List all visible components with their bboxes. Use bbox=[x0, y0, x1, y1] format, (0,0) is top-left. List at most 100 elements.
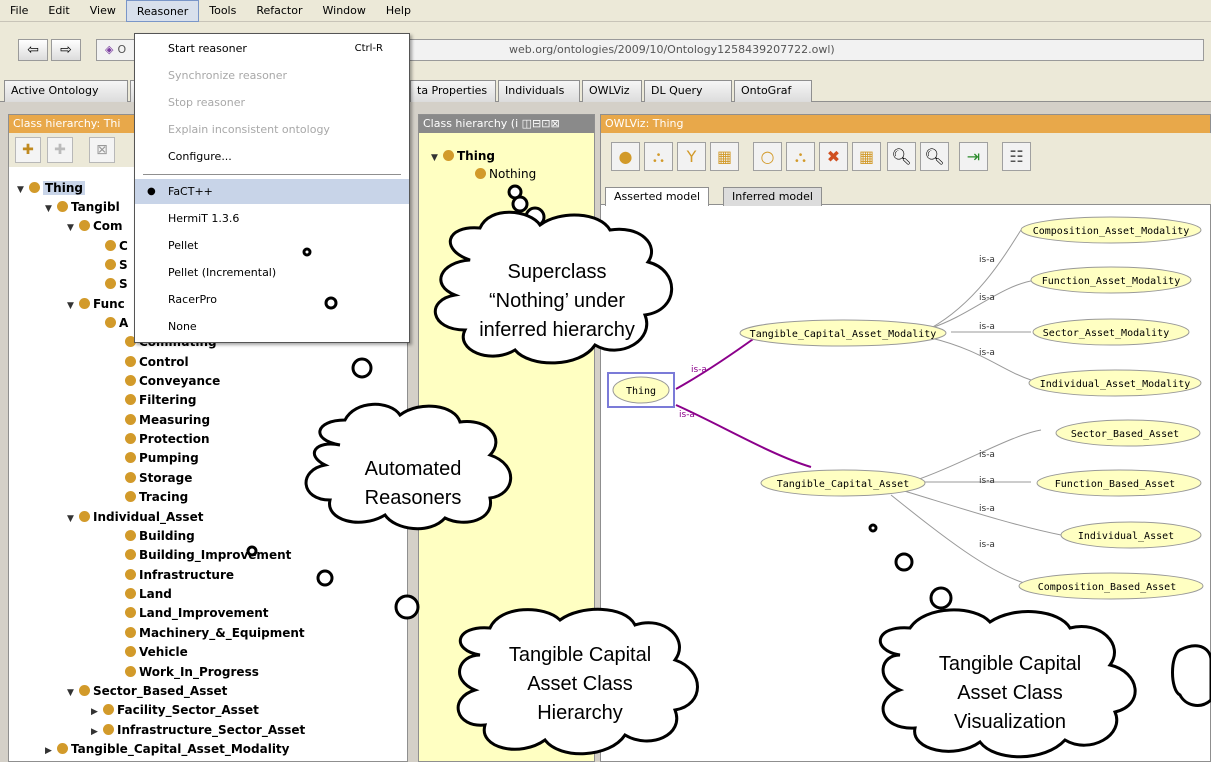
zoom-in-icon[interactable]: 🔍︎ bbox=[920, 142, 949, 171]
class-icon bbox=[125, 491, 136, 502]
class-icon bbox=[105, 317, 116, 328]
menu-reasoner[interactable]: Reasoner bbox=[125, 0, 200, 22]
edge-label: is-a bbox=[979, 348, 995, 358]
inferred-edge bbox=[675, 336, 757, 390]
tree-node[interactable]: Pumping bbox=[125, 449, 199, 468]
tree-node[interactable]: Vehicle bbox=[125, 643, 188, 662]
tree-node[interactable]: Tracing bbox=[125, 488, 188, 507]
delete-class-icon[interactable]: ⊠ bbox=[89, 137, 115, 163]
tree-node-nothing[interactable]: Nothing bbox=[475, 165, 536, 184]
options-icon[interactable]: ☷ bbox=[1002, 142, 1031, 171]
tree-node[interactable]: S bbox=[105, 275, 128, 294]
show-grid-icon[interactable]: ▦ bbox=[852, 142, 881, 171]
tab-active-ontology[interactable]: Active Ontology bbox=[4, 80, 128, 102]
menu-edit[interactable]: Edit bbox=[38, 0, 79, 22]
tree-node[interactable]: ▼ Com bbox=[67, 217, 123, 236]
menu-item-configure[interactable]: Configure... bbox=[135, 144, 409, 169]
menu-item-factpp[interactable]: ● FaCT++ bbox=[135, 179, 409, 204]
tree-node[interactable]: Machinery_&_Equipment bbox=[125, 624, 305, 643]
add-sibling-icon[interactable]: ✚ bbox=[47, 137, 73, 163]
tab-asserted-model[interactable]: Asserted model bbox=[605, 187, 710, 206]
tab-data-properties[interactable]: ta Properties bbox=[410, 80, 496, 102]
ontology-prefix: O bbox=[117, 43, 127, 56]
tree-node[interactable]: C bbox=[105, 237, 128, 256]
menu-tools[interactable]: Tools bbox=[199, 0, 246, 22]
selected-bullet-icon: ● bbox=[147, 186, 156, 197]
tree-node[interactable]: Measuring bbox=[125, 411, 210, 430]
class-icon bbox=[125, 375, 136, 386]
tree-node[interactable]: ▶ Infrastructure_Sector_Asset bbox=[91, 721, 305, 740]
edge-label: is-a bbox=[979, 255, 995, 265]
owlviz-header: OWLViz: Thing bbox=[601, 115, 1210, 133]
tree-node[interactable]: ▶ Facility_Sector_Asset bbox=[91, 701, 259, 720]
class-icon bbox=[125, 549, 136, 560]
hide-all-icon[interactable]: ✖ bbox=[819, 142, 848, 171]
class-icon bbox=[125, 394, 136, 405]
zoom-out-icon[interactable]: 🔍︎ bbox=[887, 142, 916, 171]
tree-node[interactable]: Work_In_Progress bbox=[125, 663, 259, 682]
tree-node-thing[interactable]: ▼ Thing bbox=[17, 179, 85, 198]
graph-node-label: Tangible_Capital_Asset bbox=[777, 479, 909, 490]
edge-label: is-a bbox=[979, 293, 995, 303]
edge-label: is-a bbox=[979, 450, 995, 460]
menu-item-none[interactable]: None bbox=[135, 314, 409, 339]
menu-item-explain-inconsistent: Explain inconsistent ontology bbox=[168, 123, 330, 136]
tree-node[interactable]: Control bbox=[125, 353, 189, 372]
tree-node[interactable]: ▶ Tangible_Capital_Asset_Modality bbox=[45, 740, 289, 759]
menu-bar: File Edit View Reasoner Tools Refactor W… bbox=[0, 0, 1211, 22]
hide-class-icon[interactable]: ○ bbox=[753, 142, 782, 171]
menu-file[interactable]: File bbox=[0, 0, 38, 22]
tree-node[interactable]: ▼ Sector_Based_Asset bbox=[67, 682, 227, 701]
class-icon bbox=[29, 182, 40, 193]
back-button[interactable]: ⇦ bbox=[18, 39, 48, 61]
edge-label: is-a bbox=[691, 365, 707, 375]
menu-view[interactable]: View bbox=[80, 0, 126, 22]
tree-node[interactable]: Land bbox=[125, 585, 172, 604]
class-icon bbox=[125, 452, 136, 463]
graph-node-label: Composition_Asset_Modality bbox=[1033, 226, 1190, 237]
tree-node[interactable]: A bbox=[105, 314, 128, 333]
tree-node[interactable]: Conveyance bbox=[125, 372, 220, 391]
menu-item-racerpro[interactable]: RacerPro bbox=[135, 287, 409, 312]
tree-node[interactable]: ▼ Func bbox=[67, 295, 125, 314]
tree-node[interactable]: ▼ Individual_Asset bbox=[67, 508, 203, 527]
tree-node[interactable]: Building bbox=[125, 527, 195, 546]
menu-item-hermit[interactable]: HermiT 1.3.6 bbox=[135, 206, 409, 231]
class-icon bbox=[125, 646, 136, 657]
inferred-edge bbox=[675, 404, 812, 468]
tree-node-thing[interactable]: ▼ Thing bbox=[431, 147, 495, 166]
tab-owlviz[interactable]: OWLViz bbox=[582, 80, 642, 102]
tab-individuals[interactable]: Individuals bbox=[498, 80, 580, 102]
export-icon[interactable]: ⇥ bbox=[959, 142, 988, 171]
menu-help[interactable]: Help bbox=[376, 0, 421, 22]
edge-label: is-a bbox=[979, 322, 995, 332]
tree-node[interactable]: ▼ Tangibl bbox=[45, 198, 120, 217]
tree-node[interactable]: Building_Improvement bbox=[125, 546, 291, 565]
menu-window[interactable]: Window bbox=[313, 0, 376, 22]
menu-item-pellet[interactable]: Pellet bbox=[135, 233, 409, 258]
tree-node[interactable]: Protection bbox=[125, 430, 210, 449]
show-subclasses-icon[interactable]: ⛬ bbox=[644, 142, 673, 171]
tab-dl-query[interactable]: DL Query bbox=[644, 80, 732, 102]
class-icon bbox=[125, 588, 136, 599]
menu-refactor[interactable]: Refactor bbox=[246, 0, 312, 22]
forward-button[interactable]: ⇨ bbox=[51, 39, 81, 61]
menu-item-pellet-incremental[interactable]: Pellet (Incremental) bbox=[135, 260, 409, 285]
show-superclasses-icon[interactable]: Y bbox=[677, 142, 706, 171]
hide-subclasses-icon[interactable]: ⛬ bbox=[786, 142, 815, 171]
tab-ontograf[interactable]: OntoGraf bbox=[734, 80, 812, 102]
class-icon bbox=[105, 278, 116, 289]
add-subclass-icon[interactable]: ✚ bbox=[15, 137, 41, 163]
tree-node[interactable]: S bbox=[105, 256, 128, 275]
class-icon bbox=[105, 259, 116, 270]
class-icon bbox=[57, 743, 68, 754]
tree-node[interactable]: Land_Improvement bbox=[125, 604, 268, 623]
tab-inferred-model[interactable]: Inferred model bbox=[723, 187, 822, 206]
tree-node[interactable]: Storage bbox=[125, 469, 192, 488]
show-all-classes-icon[interactable]: ▦ bbox=[710, 142, 739, 171]
show-class-icon[interactable]: ● bbox=[611, 142, 640, 171]
tree-node[interactable]: Filtering bbox=[125, 391, 196, 410]
panel-view-controls-icon[interactable]: ◫⊟⊡⊠ bbox=[518, 117, 560, 130]
tree-node[interactable]: Infrastructure bbox=[125, 566, 234, 585]
menu-item-start-reasoner[interactable]: Start reasoner Ctrl-R bbox=[135, 36, 409, 61]
